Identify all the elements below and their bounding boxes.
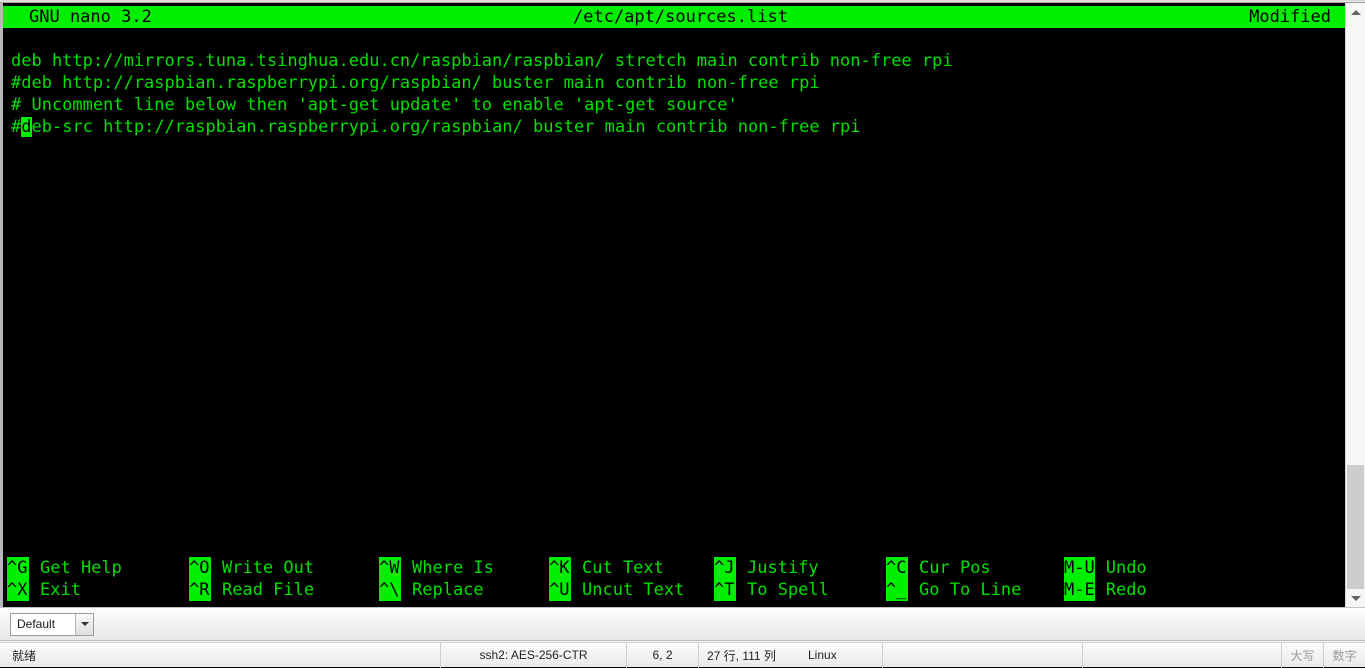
editor-line-with-cursor: #deb-src http://raspbian.raspberrypi.org… [11, 117, 861, 137]
shortcut-item[interactable]: ^_ Go To Line [886, 579, 1064, 601]
shortcut-item[interactable]: M-U Undo [1064, 557, 1214, 579]
status-spacer [882, 642, 1082, 668]
shortcut-key: ^X [7, 579, 29, 601]
nano-modified-flag: Modified [1249, 7, 1331, 27]
shortcut-item[interactable]: ^\ Replace [379, 579, 549, 601]
shortcut-label: Uncut Text [582, 580, 685, 600]
shortcut-label: Replace [412, 580, 484, 600]
session-profile-combobox[interactable]: Default [10, 612, 94, 636]
shortcut-label: Cut Text [582, 558, 664, 578]
shortcut-key: ^J [714, 557, 736, 579]
text-cursor: d [21, 117, 32, 137]
shortcut-key: ^O [189, 557, 211, 579]
shortcut-item[interactable]: ^J Justify [714, 557, 886, 579]
editor-buffer[interactable]: deb http://mirrors.tuna.tsinghua.edu.cn/… [11, 50, 1341, 138]
status-num-lock: 数字 [1323, 642, 1365, 668]
session-profile-dropdown-button[interactable] [75, 613, 93, 635]
shortcut-item[interactable]: ^T To Spell [714, 579, 886, 601]
editor-line: #deb http://raspbian.raspberrypi.org/ras… [11, 73, 820, 93]
shortcut-label: Justify [747, 558, 819, 578]
shortcut-key: ^\ [379, 579, 401, 601]
shortcut-item[interactable]: ^R Read File [189, 579, 379, 601]
shortcut-key: ^_ [886, 579, 908, 601]
chevron-down-icon [1350, 595, 1361, 601]
shortcut-item[interactable]: ^K Cut Text [549, 557, 714, 579]
nano-shortcut-bar: ^G Get Help ^O Write Out ^W Where Is ^K Cut Tex… [7, 557, 1345, 601]
status-lines-columns: 27 行, 111 列 [698, 642, 802, 668]
status-terminal-type: Linux [808, 648, 837, 662]
putty-terminal-window: GNU nano 3.2 /etc/apt/sources.list Modif… [0, 0, 1365, 668]
shortcut-label: Undo [1105, 558, 1147, 578]
editor-line: # Uncomment line below then 'apt-get upd… [11, 95, 738, 115]
shortcut-item[interactable]: ^C Cur Pos [886, 557, 1064, 579]
chevron-down-icon [80, 622, 89, 626]
vertical-scrollbar[interactable] [1345, 3, 1365, 607]
shortcut-item[interactable]: ^U Uncut Text [549, 579, 714, 601]
nano-filename-label: /etc/apt/sources.list [573, 7, 788, 27]
shortcut-key: M-E [1064, 579, 1095, 601]
nano-title-bar: GNU nano 3.2 /etc/apt/sources.list Modif… [3, 6, 1345, 28]
scrollbar-thumb[interactable] [1347, 465, 1364, 589]
shortcut-key: ^G [7, 557, 29, 579]
shortcut-item[interactable]: M-E Redo [1064, 579, 1214, 601]
bottom-toolbar: Default [0, 607, 1365, 641]
shortcut-key: ^U [549, 579, 571, 601]
shortcut-label: Cur Pos [919, 558, 991, 578]
terminal-viewport[interactable]: GNU nano 3.2 /etc/apt/sources.list Modif… [0, 3, 1345, 607]
status-encryption: ssh2: AES-256-CTR [440, 642, 626, 668]
shortcut-key: ^T [714, 579, 736, 601]
shortcut-item[interactable]: ^O Write Out [189, 557, 379, 579]
shortcut-label: To Spell [747, 580, 829, 600]
nano-editor[interactable]: GNU nano 3.2 /etc/apt/sources.list Modif… [3, 3, 1345, 607]
shortcut-key: ^C [886, 557, 908, 579]
chevron-up-icon [1350, 9, 1361, 15]
shortcut-label: Read File [222, 580, 315, 600]
shortcut-label: Go To Line [919, 580, 1022, 600]
editor-line: deb http://mirrors.tuna.tsinghua.edu.cn/… [11, 51, 953, 71]
shortcut-item[interactable]: ^G Get Help [7, 557, 189, 579]
session-profile-value: Default [17, 617, 56, 631]
shortcut-key: ^W [379, 557, 401, 579]
shortcut-label: Where Is [412, 558, 494, 578]
status-bar: 就绪 ssh2: AES-256-CTR 6, 2 27 行, 111 列 Li… [0, 642, 1365, 668]
shortcut-key: ^R [189, 579, 211, 601]
shortcut-label: Write Out [222, 558, 315, 578]
status-spacer-2 [1082, 642, 1281, 668]
status-cursor-position: 6, 2 [626, 642, 698, 668]
shortcut-item[interactable]: ^X Exit [7, 579, 189, 601]
status-ready: 就绪 [12, 648, 37, 663]
shortcut-item[interactable]: ^W Where Is [379, 557, 549, 579]
nano-version-label: GNU nano 3.2 [29, 7, 152, 27]
shortcut-label: Get Help [40, 558, 122, 578]
shortcut-label: Redo [1105, 580, 1147, 600]
scroll-up-button[interactable] [1346, 3, 1365, 21]
shortcut-key: M-U [1064, 557, 1095, 579]
scroll-down-button[interactable] [1346, 589, 1365, 607]
status-caps-lock: 大写 [1281, 642, 1323, 668]
shortcut-key: ^K [549, 557, 571, 579]
shortcut-label: Exit [40, 580, 81, 600]
